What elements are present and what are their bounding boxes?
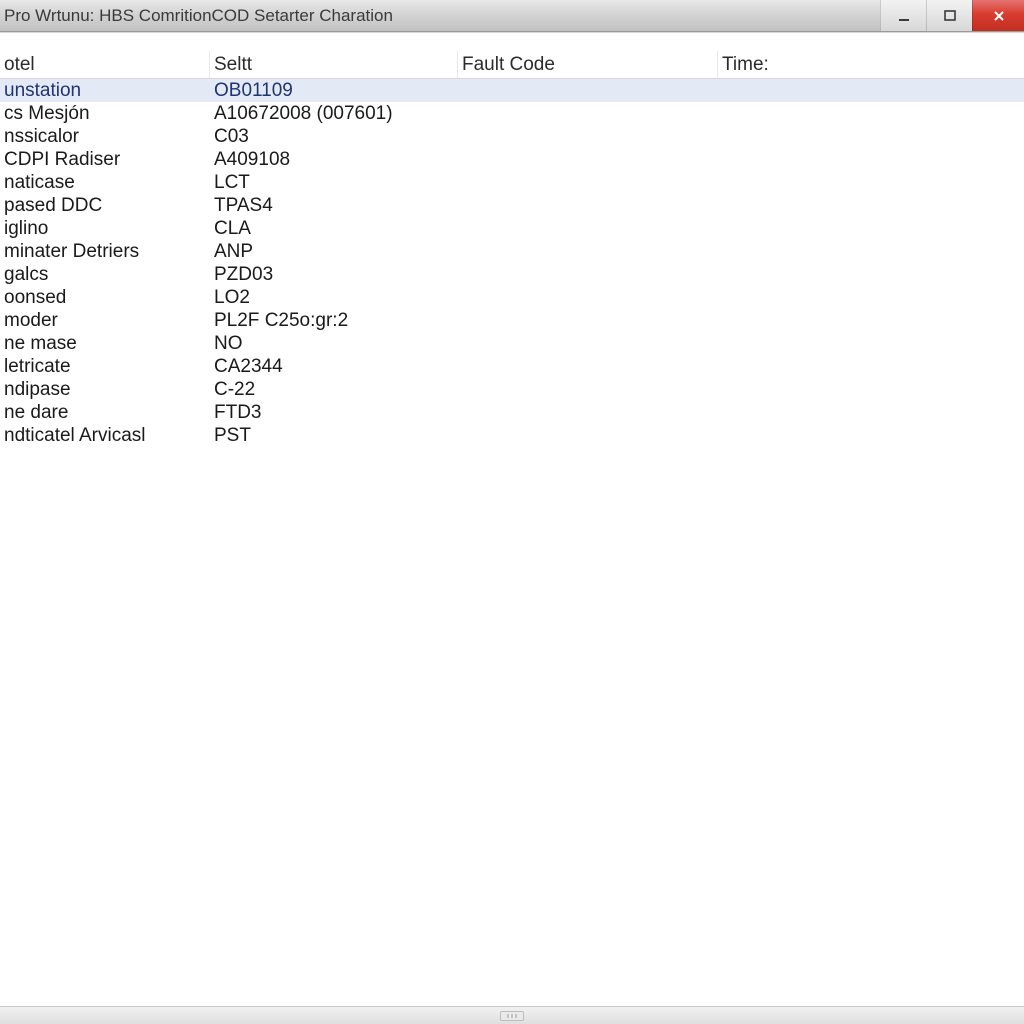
- table-cell: ne mase: [0, 332, 210, 355]
- table-row[interactable]: ne maseNO: [0, 332, 1024, 355]
- table-cell: unstation: [0, 79, 210, 102]
- client-area: otel Seltt Fault Code Time: unstationOB0…: [0, 32, 1024, 1006]
- table-cell: [718, 240, 1024, 263]
- table-cell: letricate: [0, 355, 210, 378]
- table-cell: [458, 171, 718, 194]
- table-cell: iglino: [0, 217, 210, 240]
- table-cell: oonsed: [0, 286, 210, 309]
- window-controls: [880, 0, 1024, 31]
- scrollbar-grip-icon: [500, 1011, 524, 1021]
- window-titlebar: Pro Wrtunu: HBS ComritionCOD Setarter Ch…: [0, 0, 1024, 32]
- table-cell: [718, 194, 1024, 217]
- table-row[interactable]: galcsPZD03: [0, 263, 1024, 286]
- table-cell: [718, 378, 1024, 401]
- table-cell: NO: [210, 332, 458, 355]
- table-cell: nssicalor: [0, 125, 210, 148]
- table-cell: [458, 378, 718, 401]
- table-cell: [458, 240, 718, 263]
- table-cell: PST: [210, 424, 458, 447]
- maximize-icon: [943, 9, 957, 23]
- table-cell: CA2344: [210, 355, 458, 378]
- table-row[interactable]: pased DDCTPAS4: [0, 194, 1024, 217]
- table-cell: LCT: [210, 171, 458, 194]
- table-row[interactable]: minater DetriersANP: [0, 240, 1024, 263]
- table-cell: [458, 217, 718, 240]
- column-header[interactable]: Time:: [718, 51, 1024, 78]
- table-row[interactable]: ndticatel ArvicaslPST: [0, 424, 1024, 447]
- table-cell: ndipase: [0, 378, 210, 401]
- table-cell: PZD03: [210, 263, 458, 286]
- table-row[interactable]: moderPL2F C25o:gr:2: [0, 309, 1024, 332]
- table-cell: [458, 424, 718, 447]
- table-cell: [718, 171, 1024, 194]
- maximize-button[interactable]: [926, 0, 972, 31]
- column-header[interactable]: Seltt: [210, 51, 458, 78]
- table-row[interactable]: unstationOB01109: [0, 79, 1024, 102]
- table-cell: [718, 102, 1024, 125]
- table-row[interactable]: letricateCA2344: [0, 355, 1024, 378]
- table-cell: [458, 194, 718, 217]
- table-cell: [458, 263, 718, 286]
- close-icon: [992, 9, 1006, 23]
- table-cell: [718, 148, 1024, 171]
- table-cell: [458, 401, 718, 424]
- horizontal-scrollbar[interactable]: [0, 1006, 1024, 1024]
- table-cell: [458, 286, 718, 309]
- table-cell: CLA: [210, 217, 458, 240]
- table-row[interactable]: ne dareFTD3: [0, 401, 1024, 424]
- table-row[interactable]: nssicalorC03: [0, 125, 1024, 148]
- table-cell: [718, 401, 1024, 424]
- table-cell: [458, 148, 718, 171]
- minimize-icon: [897, 9, 911, 23]
- table-cell: ne dare: [0, 401, 210, 424]
- table-cell: C-22: [210, 378, 458, 401]
- close-button[interactable]: [972, 0, 1024, 31]
- table-cell: cs Mesjón: [0, 102, 210, 125]
- table-cell: [718, 309, 1024, 332]
- table-cell: [458, 332, 718, 355]
- table-row[interactable]: naticaseLCT: [0, 171, 1024, 194]
- table-cell: [718, 424, 1024, 447]
- table-cell: minater Detriers: [0, 240, 210, 263]
- table-cell: C03: [210, 125, 458, 148]
- table-cell: [718, 125, 1024, 148]
- table-cell: [718, 217, 1024, 240]
- table-cell: A10672008 (007601): [210, 102, 458, 125]
- table-cell: ANP: [210, 240, 458, 263]
- table-cell: OB01109: [210, 79, 458, 102]
- table-cell: [718, 332, 1024, 355]
- table-row[interactable]: cs MesjónA10672008 (007601): [0, 102, 1024, 125]
- window-title: Pro Wrtunu: HBS ComritionCOD Setarter Ch…: [0, 6, 393, 26]
- table-cell: [458, 102, 718, 125]
- table-body: unstationOB01109cs MesjónA10672008 (0076…: [0, 79, 1024, 447]
- table-cell: [718, 79, 1024, 102]
- minimize-button[interactable]: [880, 0, 926, 31]
- table-cell: PL2F C25o:gr:2: [210, 309, 458, 332]
- table-cell: [458, 309, 718, 332]
- table-cell: LO2: [210, 286, 458, 309]
- table-cell: [718, 286, 1024, 309]
- table-cell: [458, 355, 718, 378]
- table-cell: FTD3: [210, 401, 458, 424]
- table-row[interactable]: CDPI RadiserA409108: [0, 148, 1024, 171]
- table-row[interactable]: iglinoCLA: [0, 217, 1024, 240]
- table-row[interactable]: oonsedLO2: [0, 286, 1024, 309]
- table-cell: [718, 355, 1024, 378]
- table-cell: [458, 125, 718, 148]
- table-cell: ndticatel Arvicasl: [0, 424, 210, 447]
- table-cell: CDPI Radiser: [0, 148, 210, 171]
- table-cell: [458, 79, 718, 102]
- table-cell: A409108: [210, 148, 458, 171]
- table-cell: moder: [0, 309, 210, 332]
- table-cell: [718, 263, 1024, 286]
- table-cell: galcs: [0, 263, 210, 286]
- table-cell: naticase: [0, 171, 210, 194]
- column-header[interactable]: otel: [0, 51, 210, 78]
- table-cell: TPAS4: [210, 194, 458, 217]
- table-row[interactable]: ndipaseC-22: [0, 378, 1024, 401]
- column-header[interactable]: Fault Code: [458, 51, 718, 78]
- table-cell: pased DDC: [0, 194, 210, 217]
- column-header-row: otel Seltt Fault Code Time:: [0, 51, 1024, 79]
